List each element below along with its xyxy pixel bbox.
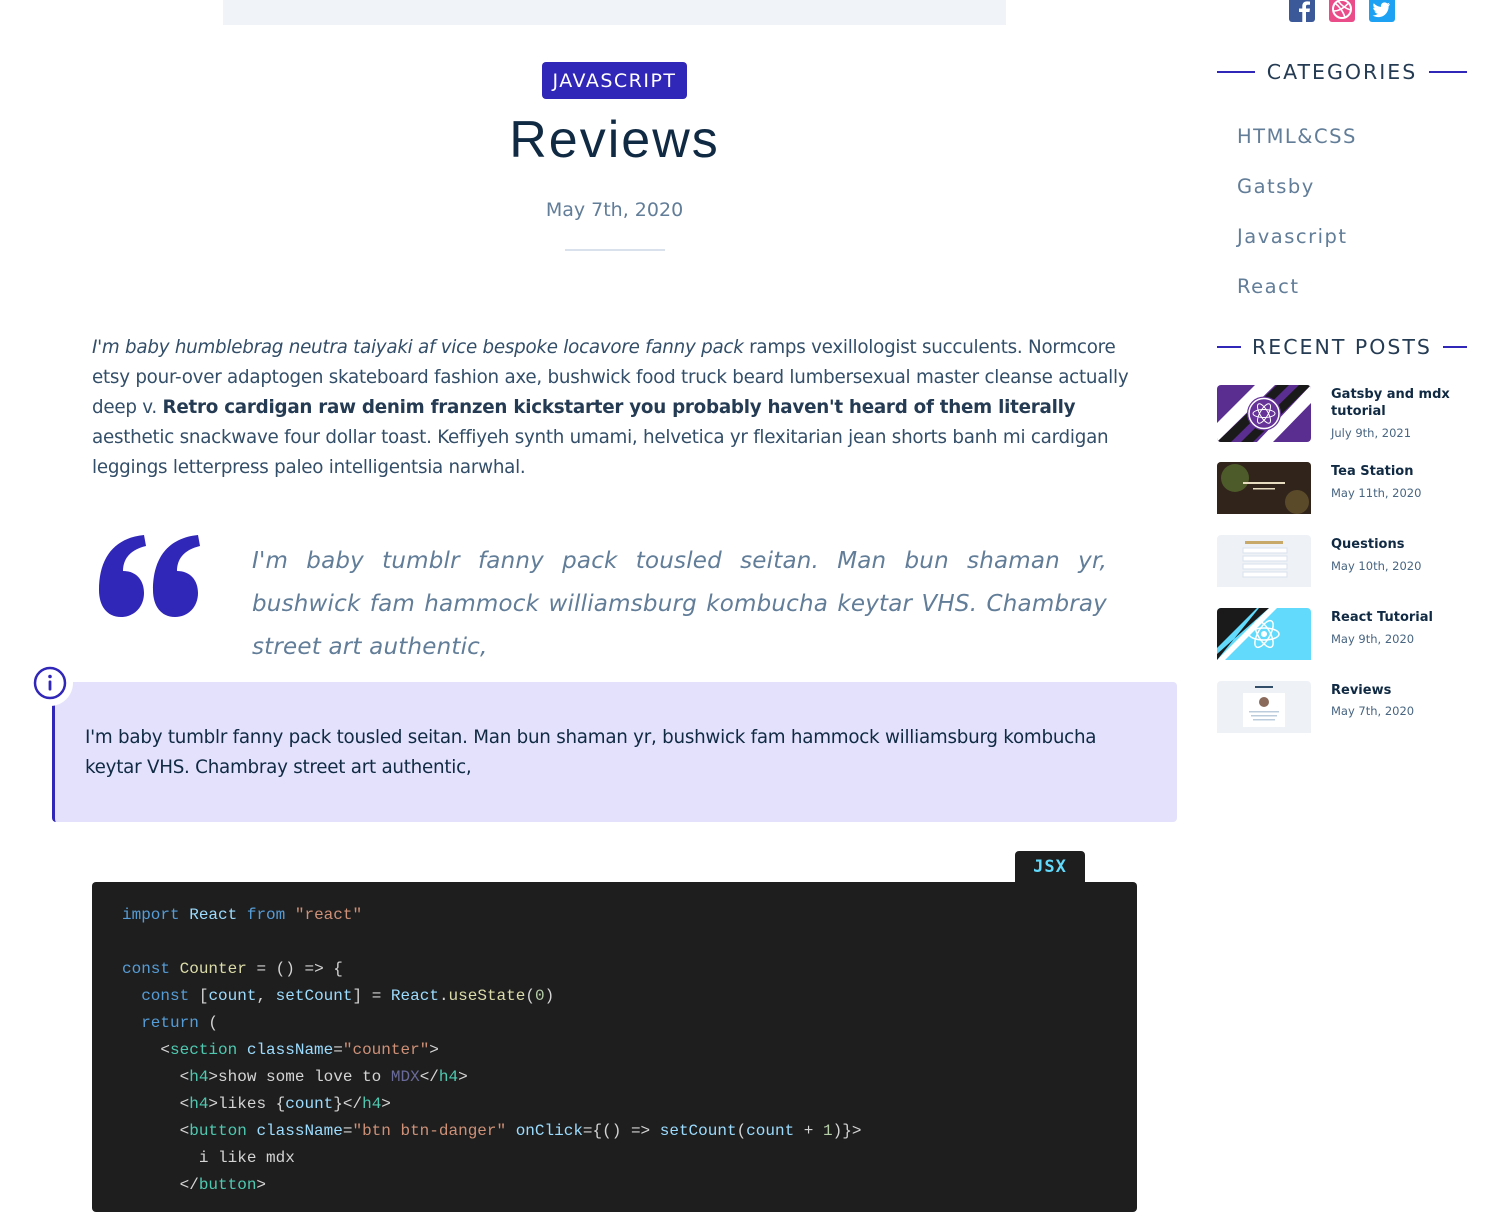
recent-post-title: Gatsby and mdx tutorial bbox=[1331, 387, 1450, 419]
code-line: const [count, setCount] = React.useState… bbox=[141, 987, 555, 1005]
title-divider bbox=[565, 249, 665, 251]
category-badge[interactable]: JAVASCRIPT bbox=[542, 62, 687, 99]
recent-post-thumbnail bbox=[1217, 681, 1311, 738]
intro-italic: I'm baby humblebrag neutra taiyaki af vi… bbox=[92, 337, 744, 358]
category-link-react[interactable]: React bbox=[1237, 275, 1300, 298]
recent-posts-heading-label: RECENT POSTS bbox=[1252, 335, 1432, 359]
callout-text: I'm baby tumblr fanny pack tousled seita… bbox=[85, 727, 1097, 778]
recent-posts-heading: RECENT POSTS bbox=[1217, 335, 1467, 359]
recent-post-date: May 9th, 2020 bbox=[1331, 632, 1415, 646]
intro-text-2: aesthetic snackwave four dollar toast. K… bbox=[92, 427, 1109, 478]
code-line: const Counter = () => { bbox=[122, 960, 343, 978]
recent-post-date: May 7th, 2020 bbox=[1331, 704, 1415, 718]
code-line: import React from "react" bbox=[122, 906, 363, 924]
code-line: return ( bbox=[141, 1014, 219, 1032]
code-line: i like mdx bbox=[198, 1149, 295, 1167]
code-line: </button> bbox=[179, 1176, 267, 1194]
code-line: ​ bbox=[122, 929, 861, 956]
intro-bold: Retro cardigan raw denim franzen kicksta… bbox=[162, 397, 1076, 418]
recent-post-item[interactable]: Questions May 10th, 2020 bbox=[1217, 535, 1477, 595]
recent-post-thumbnail bbox=[1217, 608, 1311, 665]
recent-post-item[interactable]: Reviews May 7th, 2020 bbox=[1217, 681, 1477, 741]
recent-post-title: Reviews bbox=[1331, 683, 1392, 698]
blockquote-text: I'm baby tumblr fanny pack tousled seita… bbox=[252, 548, 1107, 660]
categories-heading: CATEGORIES bbox=[1217, 60, 1467, 84]
code-line: <h4>show some love to MDX</h4> bbox=[179, 1068, 468, 1086]
categories-heading-label: CATEGORIES bbox=[1266, 60, 1418, 84]
code-line: <button className="btn btn-danger" onCli… bbox=[179, 1122, 862, 1140]
recent-post-item[interactable]: React Tutorial May 9th, 2020 bbox=[1217, 608, 1477, 668]
code-line: <h4>likes {count}</h4> bbox=[179, 1095, 391, 1113]
facebook-icon[interactable] bbox=[1289, 0, 1315, 23]
code-content: import React from "react" ​ const Counter … bbox=[122, 902, 861, 1199]
hero-image bbox=[223, 0, 1006, 25]
recent-post-date: July 9th, 2021 bbox=[1331, 426, 1412, 440]
info-icon bbox=[27, 660, 73, 706]
twitter-icon[interactable] bbox=[1369, 0, 1395, 22]
quote-mark-icon bbox=[99, 535, 200, 617]
recent-post-item[interactable]: Tea Station May 11th, 2020 bbox=[1217, 462, 1477, 522]
category-link-gatsby[interactable]: Gatsby bbox=[1237, 175, 1315, 198]
recent-post-item[interactable]: Gatsby and mdx tutorial July 9th, 2021 bbox=[1217, 385, 1477, 445]
recent-post-title: Questions bbox=[1331, 537, 1405, 552]
recent-post-title: Tea Station bbox=[1331, 464, 1414, 479]
post-date: May 7th, 2020 bbox=[545, 199, 684, 221]
code-language-tab: JSX bbox=[1015, 851, 1085, 882]
recent-post-date: May 10th, 2020 bbox=[1331, 559, 1422, 573]
category-link-javascript[interactable]: Javascript bbox=[1237, 225, 1348, 248]
recent-post-title: React Tutorial bbox=[1331, 610, 1433, 625]
recent-post-date: May 11th, 2020 bbox=[1331, 486, 1422, 500]
category-link-html-css[interactable]: HTML&CSS bbox=[1237, 125, 1357, 148]
recent-post-thumbnail bbox=[1217, 385, 1311, 442]
dribbble-icon[interactable] bbox=[1329, 0, 1355, 22]
recent-post-thumbnail bbox=[1217, 535, 1311, 592]
code-line: <section className="counter"> bbox=[160, 1041, 439, 1059]
post-title: Reviews bbox=[509, 111, 720, 169]
recent-post-thumbnail bbox=[1217, 462, 1311, 519]
intro-paragraph: I'm baby humblebrag neutra taiyaki af vi… bbox=[92, 333, 1152, 483]
